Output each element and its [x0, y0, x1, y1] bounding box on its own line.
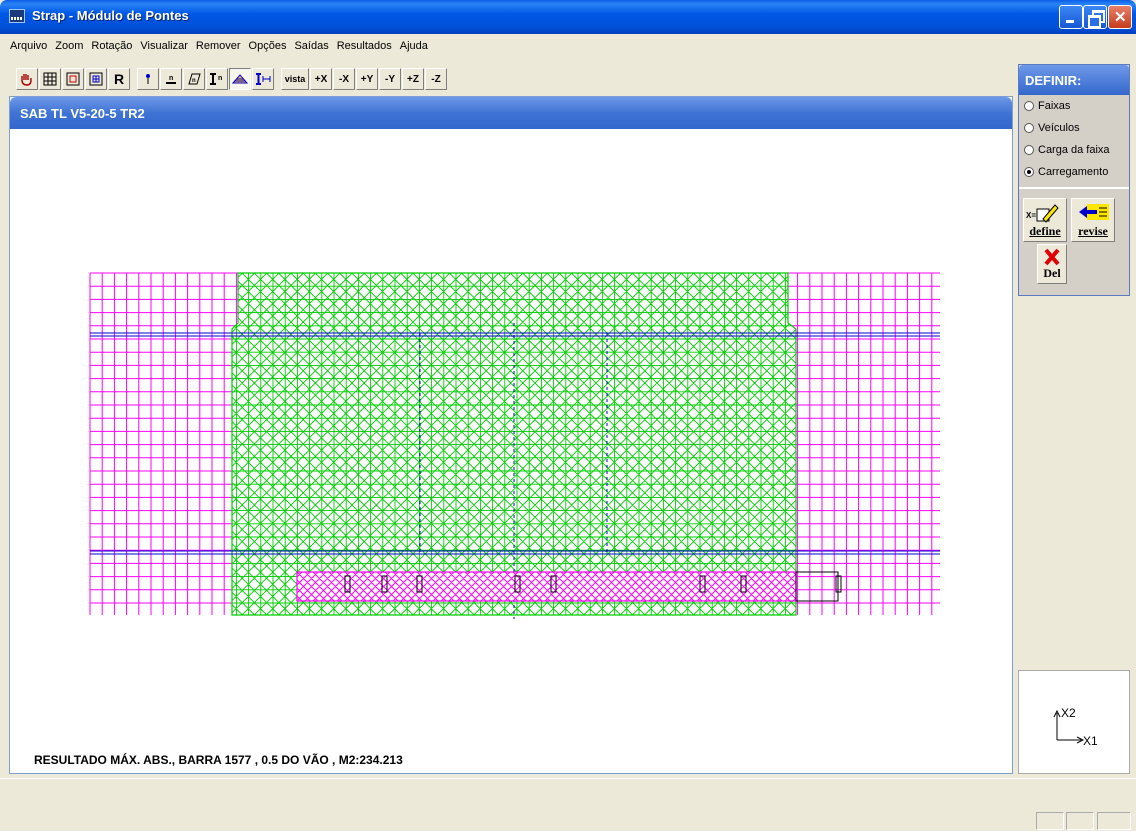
- axis-x1-label: X1: [1083, 734, 1098, 748]
- bridge-model-canvas[interactable]: [10, 129, 1012, 739]
- grid-full-button[interactable]: [39, 68, 61, 90]
- status-cell-2: [1066, 812, 1094, 830]
- svg-text:n: n: [192, 78, 196, 84]
- option-carga-da-faixa[interactable]: Carga da faixa: [1019, 139, 1129, 161]
- menu-zoom[interactable]: Zoom: [51, 40, 87, 52]
- node-button[interactable]: [137, 68, 159, 90]
- define-panel-title: DEFINIR:: [1019, 65, 1129, 95]
- radio-carga-da-faixa[interactable]: [1024, 145, 1034, 155]
- option-veiculos[interactable]: Veículos: [1019, 117, 1129, 139]
- window-title: Strap - Módulo de Pontes: [32, 8, 189, 23]
- define-label: define: [1029, 224, 1061, 238]
- plate-button[interactable]: n: [183, 68, 205, 90]
- del-label: Del: [1043, 266, 1061, 280]
- plate-icon: n: [188, 73, 201, 85]
- view-minus-z-button[interactable]: -Z: [425, 68, 447, 90]
- load-surface-button[interactable]: [229, 68, 251, 90]
- zoom-box-icon: [66, 72, 80, 86]
- radio-faixas[interactable]: [1024, 101, 1034, 111]
- option-carga-da-faixa-label: Carga da faixa: [1038, 144, 1110, 156]
- vehicle-footprint: [296, 571, 842, 602]
- axis-indicator: X2 X1: [1018, 670, 1130, 774]
- option-faixas[interactable]: Faixas: [1019, 95, 1129, 117]
- view-button[interactable]: vista: [281, 68, 309, 90]
- radio-carregamento[interactable]: [1024, 167, 1034, 177]
- select-tool-button[interactable]: [16, 68, 38, 90]
- view-minus-x-button[interactable]: -X: [333, 68, 355, 90]
- drawing-title: SAB TL V5-20-5 TR2: [10, 97, 1012, 129]
- view-plus-z-button[interactable]: +Z: [402, 68, 424, 90]
- option-faixas-label: Faixas: [1038, 100, 1071, 112]
- node-icon: [146, 74, 150, 84]
- beam-icon: n: [166, 75, 176, 84]
- menu-remover[interactable]: Remover: [192, 40, 245, 52]
- redraw-button[interactable]: R: [108, 68, 130, 90]
- radio-veiculos[interactable]: [1024, 123, 1034, 133]
- view-plus-x-button[interactable]: +X: [310, 68, 332, 90]
- axis-x2-label: X2: [1061, 706, 1076, 720]
- grid-small-button[interactable]: [85, 68, 107, 90]
- menu-bar: Arquivo Zoom Rotação Visualizar Remover …: [0, 34, 1136, 58]
- grid-icon: [43, 72, 57, 86]
- define-panel: DEFINIR: Faixas Veículos Carga da faixa …: [1018, 64, 1130, 296]
- menu-resultados[interactable]: Resultados: [333, 40, 396, 52]
- beam-button[interactable]: n: [160, 68, 182, 90]
- section-button[interactable]: n: [206, 68, 228, 90]
- load-surface-icon: [232, 74, 248, 84]
- revise-label: revise: [1078, 224, 1108, 238]
- result-summary: RESULTADO MÁX. ABS., BARRA 1577 , 0.5 DO…: [34, 753, 403, 767]
- axes-icon: X2 X1: [1053, 706, 1098, 748]
- beam-section-button[interactable]: [252, 68, 274, 90]
- status-cell-3: [1097, 812, 1131, 830]
- app-icon[interactable]: [9, 9, 25, 23]
- menu-arquivo[interactable]: Arquivo: [6, 40, 51, 52]
- menu-opcoes[interactable]: Opções: [245, 40, 291, 52]
- status-cell-1: [1036, 812, 1064, 830]
- menu-rotacao[interactable]: Rotação: [87, 40, 136, 52]
- option-carregamento[interactable]: Carregamento: [1019, 161, 1129, 183]
- svg-text:n: n: [169, 75, 173, 82]
- section-icon: n: [210, 73, 222, 85]
- minimize-button[interactable]: [1059, 5, 1083, 29]
- define-options: Faixas Veículos Carga da faixa Carregame…: [1019, 95, 1129, 189]
- drawing-window: SAB TL V5-20-5 TR2 RESULTADO MÁX. ABS., …: [9, 96, 1013, 774]
- svg-text:X=: X=: [1026, 211, 1036, 220]
- status-bar: [0, 778, 1136, 831]
- menu-ajuda[interactable]: Ajuda: [396, 40, 432, 52]
- zoom-box-button[interactable]: [62, 68, 84, 90]
- option-veiculos-label: Veículos: [1038, 122, 1080, 134]
- define-button[interactable]: X= define: [1023, 198, 1067, 242]
- menu-saidas[interactable]: Saídas: [290, 40, 332, 52]
- view-minus-y-button[interactable]: -Y: [379, 68, 401, 90]
- small-grid-icon: [89, 72, 103, 86]
- view-plus-y-button[interactable]: +Y: [356, 68, 378, 90]
- close-button[interactable]: [1108, 5, 1132, 29]
- hand-icon: [21, 74, 32, 86]
- menu-visualizar[interactable]: Visualizar: [136, 40, 192, 52]
- svg-text:n: n: [218, 75, 222, 82]
- revise-button[interactable]: revise: [1071, 198, 1115, 242]
- beam-section-icon: [256, 73, 271, 85]
- option-carregamento-label: Carregamento: [1038, 166, 1109, 178]
- title-bar: Strap - Módulo de Pontes: [0, 0, 1136, 34]
- maximize-button[interactable]: [1083, 5, 1107, 29]
- delete-button[interactable]: Del: [1037, 244, 1067, 284]
- toolbar: R n n n vista +X -X +Y -Y +Z -Z: [16, 66, 448, 92]
